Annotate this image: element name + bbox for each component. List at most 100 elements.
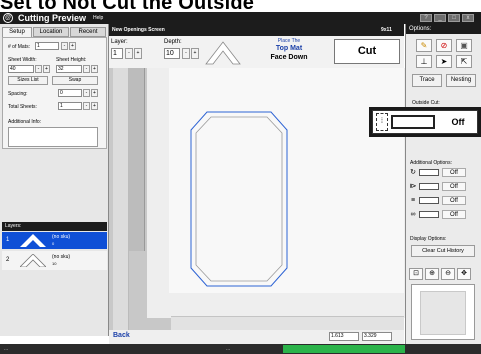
sheet-height-input[interactable]: 32: [56, 65, 82, 73]
screen-title: New Openings Screen: [112, 27, 165, 33]
option-toggle[interactable]: [419, 183, 439, 190]
option-toggle[interactable]: [419, 169, 439, 176]
back-link[interactable]: Back: [113, 332, 130, 339]
cut-button[interactable]: Cut: [334, 39, 400, 64]
display-options-label: Display Options:: [410, 236, 447, 242]
sheet-width-input[interactable]: 40: [8, 65, 34, 73]
panel-icon[interactable]: ▣: [456, 39, 472, 52]
minimap-preview[interactable]: [411, 284, 475, 340]
total-sheets-decrement[interactable]: -: [83, 102, 90, 110]
zoom-out-icon[interactable]: ⊖: [441, 268, 455, 280]
option-bevel-row[interactable]: ≡ Off: [409, 196, 479, 205]
setup-panel: Setup Location Recent # of Mats: 1 - + S…: [0, 24, 109, 336]
sheet-height-decrement[interactable]: -: [83, 65, 90, 73]
sheet-height-increment[interactable]: +: [91, 65, 98, 73]
sheet-width-decrement[interactable]: -: [35, 65, 42, 73]
depth-bevel-icon: [205, 41, 241, 65]
options-header: Options:: [406, 24, 481, 34]
mirror-icon: ⧐: [409, 183, 417, 190]
openings-screen-header: New Openings Screen 9x11: [109, 24, 404, 36]
outside-cut-state: Off: [451, 117, 465, 127]
no-icon[interactable]: ⊘: [436, 39, 452, 52]
spacing-input[interactable]: 0: [58, 89, 82, 97]
zoom-in-icon[interactable]: ⊕: [425, 268, 439, 280]
depth-select[interactable]: 10: [164, 48, 180, 59]
layer-decrement[interactable]: -: [125, 48, 133, 59]
spacing-decrement[interactable]: -: [83, 89, 90, 97]
mat-shape-icon: [20, 254, 46, 267]
outside-cut-toggle[interactable]: ⁞ Off: [372, 110, 478, 134]
help-window-button[interactable]: ?: [420, 14, 432, 22]
spacing-increment[interactable]: +: [91, 89, 98, 97]
additional-info-textarea[interactable]: [8, 127, 98, 147]
spacing-label: Spacing:: [8, 91, 28, 97]
layer-row[interactable]: 2 (no sku) 10: [2, 251, 107, 270]
num-mats-decrement[interactable]: -: [61, 42, 68, 50]
status-bar: ... ...: [0, 344, 481, 354]
outside-cut-switch[interactable]: [391, 115, 435, 129]
push-pin-icon[interactable]: ⊥: [416, 55, 432, 68]
sheet-width-increment[interactable]: +: [43, 65, 50, 73]
option-toggle[interactable]: [419, 197, 439, 204]
option-infinity-row[interactable]: ∞ Off: [409, 210, 479, 219]
swap-button[interactable]: Swap: [52, 76, 98, 85]
minimize-button[interactable]: _: [434, 14, 446, 22]
place-instruction-line2: Top Mat: [275, 45, 303, 52]
mat-sheet-edge: [113, 68, 129, 330]
cut-toolbar: Layer: 1 - + Depth: 10 - + Place The Top…: [109, 36, 404, 68]
num-mats-label: # of Mats:: [8, 44, 30, 50]
layers-header: Layers:: [2, 222, 107, 231]
maximize-button[interactable]: □: [448, 14, 460, 22]
layer-label: Layer:: [111, 39, 128, 45]
layer-sub: 0: [52, 241, 55, 246]
depth-increment[interactable]: +: [191, 48, 199, 59]
layer-number: 2: [6, 257, 10, 263]
outside-cut-label: Outside Cut:: [412, 100, 440, 106]
total-sheets-increment[interactable]: +: [91, 102, 98, 110]
minimap-mat: [420, 291, 466, 335]
place-instruction-line3: Face Down: [270, 54, 308, 61]
trace-button[interactable]: Trace: [412, 74, 442, 87]
total-sheets-label: Total Sheets:: [8, 104, 37, 110]
nesting-button[interactable]: Nesting: [446, 74, 476, 87]
layer-sku: (no sku): [52, 234, 71, 240]
additional-info-label: Additional Info:: [8, 119, 42, 125]
mat-shape-icon: [20, 234, 46, 247]
preview-footer: Back 1.613 3.329: [109, 330, 404, 344]
depth-decrement[interactable]: -: [182, 48, 190, 59]
sheet-height-label: Sheet Height:: [56, 57, 87, 63]
total-sheets-input[interactable]: 1: [58, 102, 82, 110]
tab-setup[interactable]: Setup: [2, 27, 32, 37]
pan-icon[interactable]: ✥: [457, 268, 471, 280]
depth-label: Depth:: [164, 39, 182, 45]
coord-x-field: 1.613: [329, 332, 359, 341]
mat-backing-strip: [129, 68, 145, 251]
cut-preview-canvas[interactable]: [109, 68, 407, 330]
mat-size-label: 9x11: [381, 27, 392, 33]
help-menu[interactable]: Help: [93, 12, 103, 24]
layer-select[interactable]: 1: [111, 48, 123, 59]
app-title: Cutting Preview: [18, 13, 87, 23]
close-button[interactable]: x: [462, 14, 474, 22]
num-mats-input[interactable]: 1: [35, 42, 59, 50]
outside-cut-callout: ⁞ Off: [369, 107, 481, 137]
num-mats-increment[interactable]: +: [69, 42, 76, 50]
layer-increment[interactable]: +: [134, 48, 142, 59]
oval-opening-cut-path: [190, 111, 288, 287]
tab-location[interactable]: Location: [33, 27, 69, 37]
rotate-icon: ↻: [410, 169, 416, 176]
place-instruction-line1: Place The: [277, 38, 301, 44]
layer-row[interactable]: 1 (no sku) 0: [2, 232, 107, 249]
option-mirror-row[interactable]: ⧐ Off: [409, 182, 479, 191]
resize-icon[interactable]: ⇱: [456, 55, 472, 68]
option-rotate-row[interactable]: ↻ Off: [409, 168, 479, 177]
pointer-icon[interactable]: ➤: [436, 55, 452, 68]
pencil-icon[interactable]: ✎: [416, 39, 432, 52]
layer-sku: (no sku): [52, 254, 71, 260]
bevel-icon: ≡: [410, 197, 416, 204]
clear-cut-history-button[interactable]: Clear Cut History: [411, 245, 475, 257]
zoom-fit-icon[interactable]: ⊡: [409, 268, 423, 280]
tab-recent[interactable]: Recent: [70, 27, 106, 37]
option-toggle[interactable]: [419, 211, 439, 218]
sizes-list-button[interactable]: Sizes List: [8, 76, 48, 85]
